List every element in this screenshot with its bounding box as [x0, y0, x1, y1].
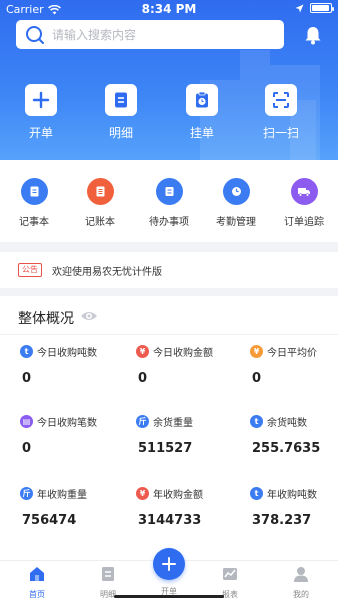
clipboard-clock-icon [196, 91, 208, 108]
header: Carrier 8:34 PM 请输入搜索内容 开单 明细 挂单 扫一扫 [0, 0, 338, 160]
stat-label: 今日收购金额 [153, 348, 213, 359]
stat-item: 斤余货重量 511527 [136, 414, 246, 456]
eye-icon[interactable] [80, 309, 98, 323]
truck-icon [290, 178, 318, 205]
notice-text: 欢迎使用易农无忧计件版 [52, 267, 162, 278]
stat-badge-icon: 斤 [20, 487, 33, 500]
stat-badge-icon: t [250, 487, 263, 500]
stat-badge-icon: ▤ [20, 415, 33, 428]
quick-action-create-order[interactable]: 开单 [11, 84, 71, 141]
create-order-fab[interactable] [153, 548, 185, 580]
stat-value: 0 [22, 441, 32, 456]
stat-badge-icon: t [20, 345, 33, 358]
stat-label: 今日收购吨数 [37, 348, 97, 359]
quick-action-label: 扫一扫 [262, 126, 299, 140]
quick-action-label: 挂单 [189, 126, 214, 140]
stat-value: 255.7635 [252, 441, 321, 456]
notebook-icon [20, 178, 48, 205]
home-icon [30, 567, 44, 581]
feature-attendance[interactable]: 考勤管理 [202, 178, 270, 228]
scan-icon [273, 92, 289, 108]
quick-action-details[interactable]: 明细 [91, 84, 151, 141]
feature-label: 待办事项 [149, 217, 189, 228]
stat-badge-icon: 斤 [136, 415, 149, 428]
status-bar: Carrier 8:34 PM [0, 0, 338, 18]
user-icon [294, 567, 308, 582]
stat-label: 今日收购笔数 [37, 418, 97, 429]
search-bar[interactable] [16, 20, 284, 49]
quick-action-pending-order[interactable]: 挂单 [172, 84, 232, 141]
stat-badge-icon: ¥ [250, 345, 263, 358]
battery-icon [310, 3, 334, 13]
stat-item: t 余货吨数 255.7635 [250, 414, 338, 456]
stat-value: 0 [22, 371, 32, 386]
stat-item: t 今日收购吨数 0 [20, 344, 130, 386]
stat-badge-icon: ¥ [136, 345, 149, 358]
stat-item: ¥ 今日平均价 0 [250, 344, 338, 386]
feature-grid: 记事本 记账本 待办事项 考勤管理 订单追踪 [0, 160, 338, 242]
feature-label: 记账本 [85, 217, 115, 228]
stat-value: 0 [252, 371, 262, 386]
feature-label: 考勤管理 [216, 217, 256, 228]
stat-badge-icon: t [250, 415, 263, 428]
stat-value: 756474 [22, 513, 77, 528]
stat-item: ▤ 今日收购笔数 0 [20, 414, 130, 456]
clock-icon [222, 178, 250, 205]
quick-actions: 开单 明细 挂单 扫一扫 [0, 84, 338, 148]
feature-label: 订单追踪 [284, 217, 324, 228]
stat-label: 年收购金额 [153, 490, 203, 501]
list-icon [102, 567, 114, 581]
stat-value: 378.237 [252, 513, 312, 528]
search-icon [26, 25, 44, 44]
stat-label: 余货吨数 [267, 418, 307, 429]
stat-label: 年收购重量 [37, 490, 87, 501]
feature-order-tracking[interactable]: 订单追踪 [270, 178, 338, 228]
stat-value: 0 [138, 371, 148, 386]
quick-action-label: 明细 [108, 126, 133, 140]
chart-icon [223, 568, 237, 580]
overview-title: 整体概况 [18, 311, 74, 327]
overview-panel: 整体概况 t 今日收购吨数 0 ¥ 今日收购金额 0 ¥ 今日平均价 0 ▤ 今日收购笔数 0 斤余货重… [0, 296, 338, 560]
notice-badge: 公告 [18, 263, 42, 277]
stat-label: 今日平均价 [267, 348, 317, 359]
stat-value: 3144733 [138, 513, 202, 528]
status-time: 8:34 PM [141, 2, 197, 16]
feature-todo[interactable]: 待办事项 [135, 178, 203, 228]
feature-notebook[interactable]: 记事本 [0, 178, 68, 228]
document-icon [115, 92, 127, 108]
stat-item: 斤年收购重量 756474 [20, 486, 130, 528]
stat-item: ¥ 年收购金额 3144733 [136, 486, 246, 528]
bell-icon[interactable] [302, 24, 324, 46]
notice-bar[interactable]: 公告 欢迎使用易农无忧计件版 [0, 252, 338, 288]
todo-icon [155, 178, 183, 205]
stat-label: 余货重量 [153, 418, 193, 429]
stat-label: 年收购吨数 [267, 490, 317, 501]
divider [0, 334, 338, 335]
home-indicator [114, 595, 224, 598]
plus-icon [32, 91, 50, 109]
stat-item: ¥ 今日收购金额 0 [136, 344, 246, 386]
stat-badge-icon: ¥ [136, 487, 149, 500]
plus-icon [162, 557, 176, 571]
ledger-icon [86, 178, 114, 205]
quick-action-scan[interactable]: 扫一扫 [251, 84, 311, 141]
location-arrow-icon [295, 4, 304, 12]
feature-ledger[interactable]: 记账本 [66, 178, 134, 228]
stat-item: t 年收购吨数 378.237 [250, 486, 338, 528]
search-input[interactable] [52, 27, 272, 42]
stat-value: 511527 [138, 441, 193, 456]
battery-level [312, 5, 329, 11]
feature-label: 记事本 [19, 217, 49, 228]
quick-action-label: 开单 [28, 126, 53, 140]
